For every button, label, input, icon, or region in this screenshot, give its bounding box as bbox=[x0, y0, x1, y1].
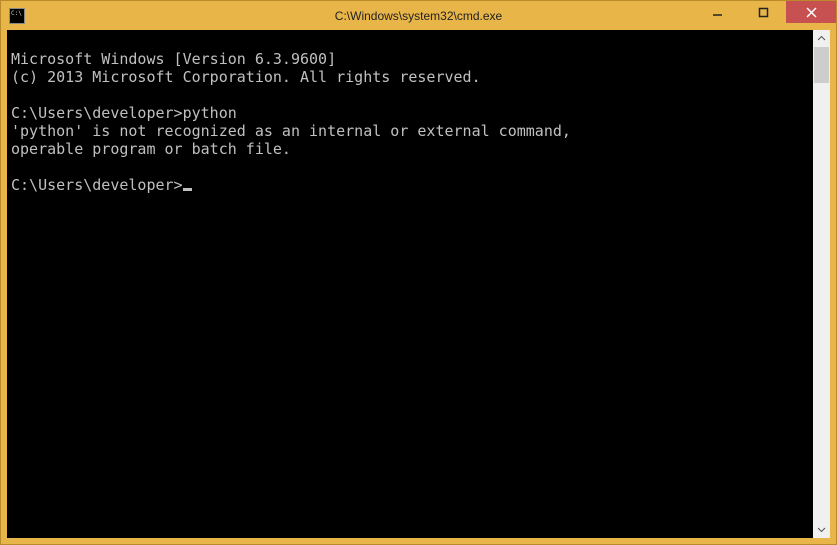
vertical-scrollbar[interactable] bbox=[813, 30, 830, 538]
prompt-1: C:\Users\developer> bbox=[11, 104, 183, 122]
blank-line bbox=[11, 86, 20, 104]
blank-line bbox=[11, 158, 20, 176]
scroll-down-button[interactable] bbox=[813, 521, 830, 538]
prompt-line-1: C:\Users\developer>python bbox=[11, 104, 237, 122]
prompt-2: C:\Users\developer> bbox=[11, 176, 183, 194]
window-controls bbox=[694, 1, 836, 23]
error-line-1: 'python' is not recognized as an interna… bbox=[11, 122, 571, 140]
command-1: python bbox=[183, 104, 237, 122]
prompt-line-2: C:\Users\developer> bbox=[11, 176, 192, 194]
cmd-icon bbox=[9, 8, 25, 24]
minimize-button[interactable] bbox=[694, 1, 740, 23]
scroll-thumb[interactable] bbox=[814, 47, 829, 83]
scroll-up-button[interactable] bbox=[813, 30, 830, 47]
banner-copyright: (c) 2013 Microsoft Corporation. All righ… bbox=[11, 68, 481, 86]
client-area: Microsoft Windows [Version 6.3.9600] (c)… bbox=[7, 30, 830, 538]
titlebar[interactable]: C:\Windows\system32\cmd.exe bbox=[1, 1, 836, 31]
chevron-up-icon bbox=[817, 34, 826, 43]
cursor bbox=[183, 188, 192, 191]
console-output[interactable]: Microsoft Windows [Version 6.3.9600] (c)… bbox=[7, 30, 813, 538]
maximize-button[interactable] bbox=[740, 1, 786, 23]
maximize-icon bbox=[758, 7, 769, 18]
error-line-2: operable program or batch file. bbox=[11, 140, 291, 158]
banner-version: Microsoft Windows [Version 6.3.9600] bbox=[11, 50, 336, 68]
close-icon bbox=[806, 7, 817, 18]
scroll-track[interactable] bbox=[813, 47, 830, 521]
chevron-down-icon bbox=[817, 525, 826, 534]
close-button[interactable] bbox=[786, 1, 836, 23]
minimize-icon bbox=[712, 7, 723, 18]
